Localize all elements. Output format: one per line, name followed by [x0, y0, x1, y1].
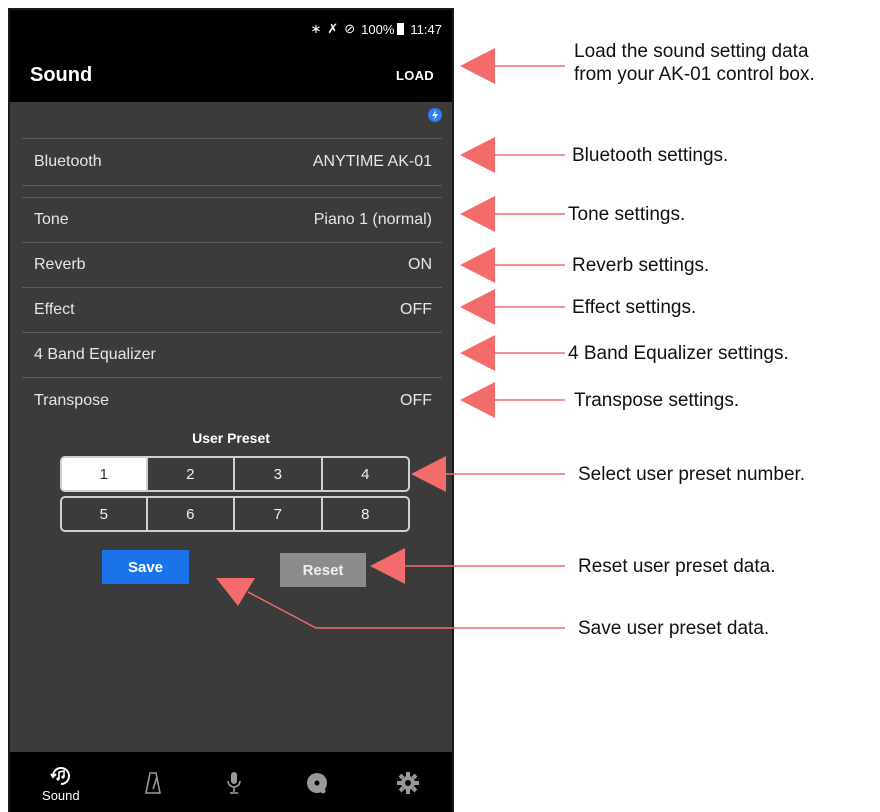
metronome-icon: [144, 772, 161, 794]
preset-button-8[interactable]: 8: [320, 496, 410, 532]
setting-row-reverb[interactable]: Reverb ON: [22, 243, 442, 288]
setting-value: ON: [408, 256, 432, 273]
setting-row-transpose[interactable]: Transpose OFF: [22, 378, 442, 423]
reset-button[interactable]: Reset: [280, 553, 366, 587]
battery-level: 100%: [361, 21, 395, 37]
preset-button-7[interactable]: 7: [233, 496, 323, 532]
no-disturb-icon: ⊘: [344, 21, 356, 36]
user-preset-title: User Preset: [192, 430, 270, 446]
setting-value: OFF: [400, 301, 432, 318]
preset-button-4[interactable]: 4: [320, 456, 410, 492]
clock: 11:47: [410, 21, 442, 37]
load-button[interactable]: LOAD: [396, 68, 434, 83]
microphone-icon: [226, 772, 241, 794]
preset-button-5[interactable]: 5: [60, 496, 148, 532]
nav-item-disc[interactable]: [306, 771, 332, 795]
nav-item-settings[interactable]: [396, 771, 420, 795]
mute-icon: ✗: [327, 21, 339, 36]
setting-value: OFF: [400, 391, 432, 409]
annotation-load: Load the sound setting data from your AK…: [574, 40, 815, 86]
gear-icon: [396, 772, 419, 794]
settings-list: Bluetooth ANYTIME AK-01 Tone Piano 1 (no…: [22, 138, 442, 423]
setting-label: Reverb: [34, 256, 86, 273]
annotation-reverb: Reverb settings.: [572, 255, 710, 276]
annotation-effect: Effect settings.: [572, 297, 697, 318]
setting-row-equalizer[interactable]: 4 Band Equalizer: [22, 333, 442, 378]
preset-button-6[interactable]: 6: [145, 496, 235, 532]
annotation-reset-preset: Reset user preset data.: [578, 556, 776, 577]
save-button[interactable]: Save: [102, 550, 189, 584]
app-bar: Sound LOAD: [10, 48, 452, 102]
nav-item-sound[interactable]: Sound: [42, 764, 80, 803]
preset-button-2[interactable]: 2: [145, 456, 235, 492]
setting-row-effect[interactable]: Effect OFF: [22, 288, 442, 333]
battery-icon: [397, 23, 405, 35]
phone-screen: ∗ ✗ ⊘ 100% 11:47 Sound LOAD Bluetooth AN…: [8, 8, 454, 812]
page-title: Sound: [30, 63, 93, 86]
setting-row-bluetooth[interactable]: Bluetooth ANYTIME AK-01: [22, 138, 442, 186]
setting-label: Transpose: [34, 391, 109, 409]
setting-row-tone[interactable]: Tone Piano 1 (normal): [22, 198, 442, 243]
annotation-save-preset: Save user preset data.: [578, 618, 770, 639]
setting-label: Effect: [34, 301, 75, 318]
connection-status-icon: [428, 108, 442, 122]
annotation-bluetooth: Bluetooth settings.: [572, 145, 729, 166]
annotation-line: Load the sound setting data: [574, 41, 809, 62]
annotation-transpose: Transpose settings.: [574, 390, 740, 411]
status-bar: ∗ ✗ ⊘ 100% 11:47: [10, 10, 452, 48]
setting-label: 4 Band Equalizer: [34, 346, 156, 363]
preset-button-3[interactable]: 3: [233, 456, 323, 492]
user-preset-grid: 1 2 3 4 5 6 7 8: [60, 456, 410, 532]
setting-label: Bluetooth: [34, 153, 102, 170]
annotation-select-preset: Select user preset number.: [578, 464, 806, 485]
setting-label: Tone: [34, 211, 69, 228]
bottom-nav: Sound: [10, 752, 452, 812]
sound-icon: [49, 766, 70, 785]
nav-item-microphone[interactable]: [226, 770, 242, 796]
nav-item-metronome[interactable]: [144, 771, 162, 795]
annotation-line: from your AK-01 control box.: [574, 64, 815, 85]
annotation-tone: Tone settings.: [568, 204, 686, 225]
bluetooth-icon: ∗: [310, 21, 322, 36]
setting-value: ANYTIME AK-01: [312, 153, 432, 170]
nav-label: Sound: [42, 787, 80, 803]
music-disc-icon: [306, 773, 327, 794]
setting-value: Piano 1 (normal): [313, 211, 432, 228]
preset-button-1[interactable]: 1: [60, 456, 148, 492]
section-divider: [22, 186, 442, 198]
annotation-equalizer: 4 Band Equalizer settings.: [568, 343, 789, 364]
